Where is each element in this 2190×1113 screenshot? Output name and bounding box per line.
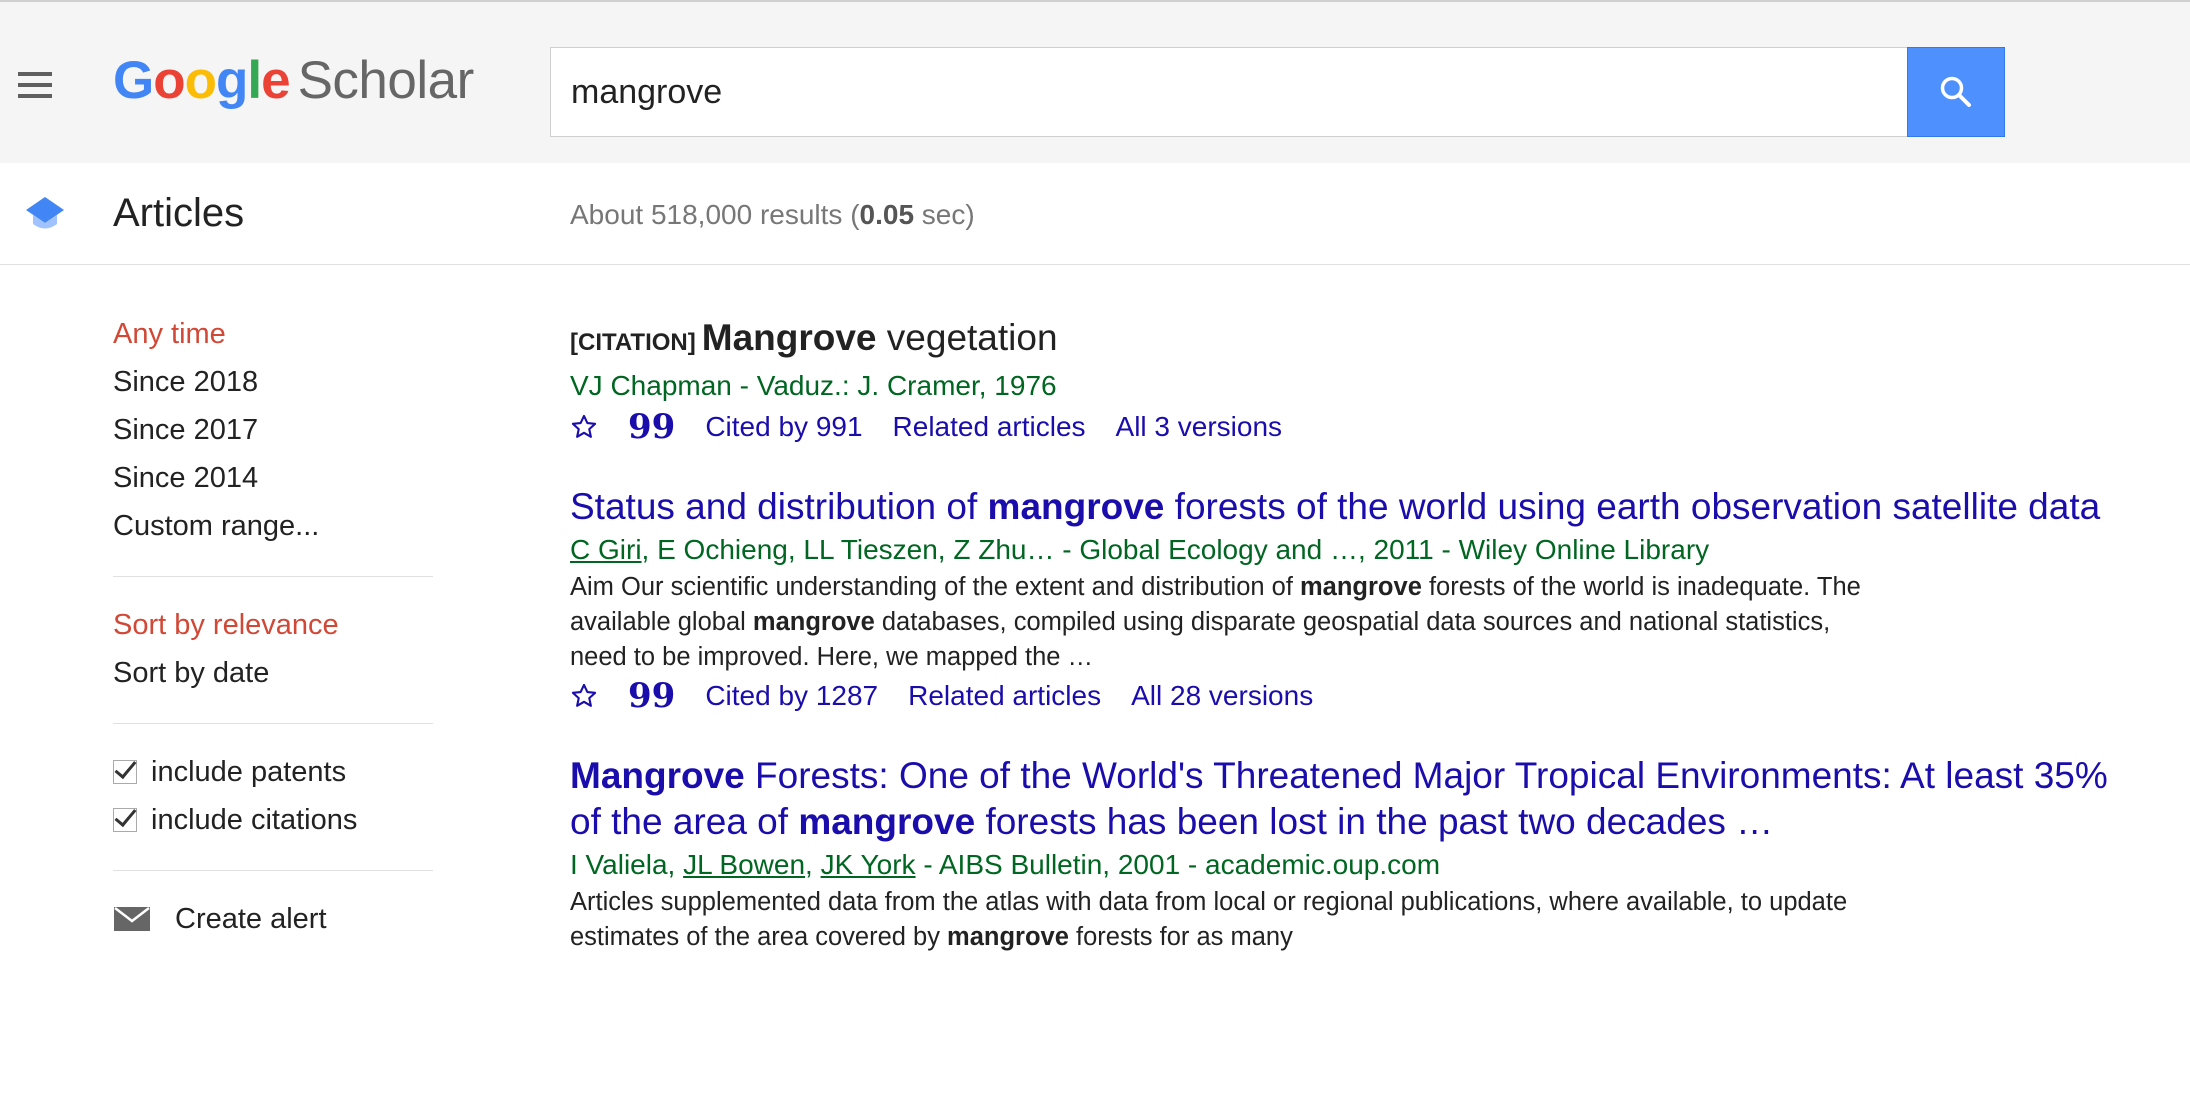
star-icon[interactable] [570, 413, 598, 441]
related-articles-link[interactable]: Related articles [893, 406, 1086, 448]
create-alert-label: Create alert [175, 903, 327, 935]
result-actions: 99 Cited by 991 Related articles All 3 v… [570, 406, 2130, 448]
result-item: Mangrove Forests: One of the World's Thr… [570, 753, 2130, 955]
all-versions-link[interactable]: All 3 versions [1116, 406, 1283, 448]
cited-by-link[interactable]: Cited by 1287 [705, 675, 878, 717]
include-patents-checkbox[interactable]: include patents [113, 748, 433, 796]
result-stats: About 518,000 results (0.05 sec) [570, 199, 975, 230]
result-item: [CITATION] Mangrove vegetation VJ Chapman… [570, 315, 2130, 448]
filter-any-time[interactable]: Any time [113, 310, 433, 358]
result-snippet: Aim Our scientific understanding of the … [570, 573, 1861, 671]
google-scholar-logo[interactable]: Google Scholar [113, 50, 474, 111]
cite-quote-icon[interactable]: 99 [628, 410, 675, 444]
logo-scholar: Scholar [297, 51, 475, 110]
result-snippet: Articles supplemented data from the atla… [570, 888, 1848, 951]
related-articles-link[interactable]: Related articles [908, 675, 1101, 717]
sidebar-divider [113, 576, 433, 577]
top-bar: Google Scholar [0, 0, 2190, 163]
sidebar-divider [113, 870, 433, 871]
search-input[interactable] [550, 47, 1908, 137]
result-authors: I Valiela, JL Bowen, JK York - AIBS Bull… [570, 849, 1441, 880]
filter-since-2014[interactable]: Since 2014 [113, 454, 433, 502]
results-list: [CITATION] Mangrove vegetation VJ Chapman… [570, 315, 2130, 991]
search-bar [550, 47, 2005, 137]
cited-by-link[interactable]: Cited by 991 [705, 406, 862, 448]
include-citations-checkbox[interactable]: include citations [113, 796, 433, 844]
sub-bar: Articles About 518,000 results (0.05 sec… [0, 163, 2190, 265]
all-versions-link[interactable]: All 28 versions [1131, 675, 1313, 717]
result-authors: VJ Chapman - Vaduz.: J. Cramer, 1976 [570, 370, 1057, 401]
result-title[interactable]: Status and distribution of mangrove fore… [570, 484, 2130, 530]
sidebar-divider [113, 723, 433, 724]
author-link[interactable]: JL Bowen [683, 849, 805, 880]
section-articles[interactable]: Articles [113, 191, 244, 236]
result-title[interactable]: [CITATION] Mangrove vegetation [570, 315, 2130, 366]
sort-by-relevance[interactable]: Sort by relevance [113, 601, 433, 649]
graduation-cap-icon [26, 197, 64, 229]
include-citations-label: include citations [151, 804, 358, 836]
filter-custom-range[interactable]: Custom range... [113, 502, 433, 550]
star-icon[interactable] [570, 682, 598, 710]
result-actions: 99 Cited by 1287 Related articles All 28… [570, 675, 2130, 717]
create-alert-link[interactable]: Create alert [113, 895, 433, 943]
checkbox-checked-icon[interactable] [113, 808, 137, 832]
result-authors: C Giri, E Ochieng, LL Tieszen, Z Zhu… - … [570, 534, 1710, 565]
sidebar: Any time Since 2018 Since 2017 Since 201… [113, 310, 433, 943]
author-link[interactable]: JK York [821, 849, 916, 880]
filter-since-2017[interactable]: Since 2017 [113, 406, 433, 454]
checkbox-checked-icon[interactable] [113, 760, 137, 784]
include-patents-label: include patents [151, 756, 347, 788]
citation-tag: [CITATION] [570, 329, 696, 356]
search-icon [1940, 76, 1971, 107]
cite-quote-icon[interactable]: 99 [628, 679, 675, 713]
search-button[interactable] [1907, 47, 2005, 137]
result-item: Status and distribution of mangrove fore… [570, 484, 2130, 717]
result-title[interactable]: Mangrove Forests: One of the World's Thr… [570, 753, 2130, 845]
author-link[interactable]: C Giri [570, 534, 642, 565]
envelope-icon [114, 907, 150, 931]
sort-by-date[interactable]: Sort by date [113, 649, 433, 697]
filter-since-2018[interactable]: Since 2018 [113, 358, 433, 406]
menu-icon[interactable] [18, 72, 52, 98]
logo-google: Google [113, 51, 291, 110]
